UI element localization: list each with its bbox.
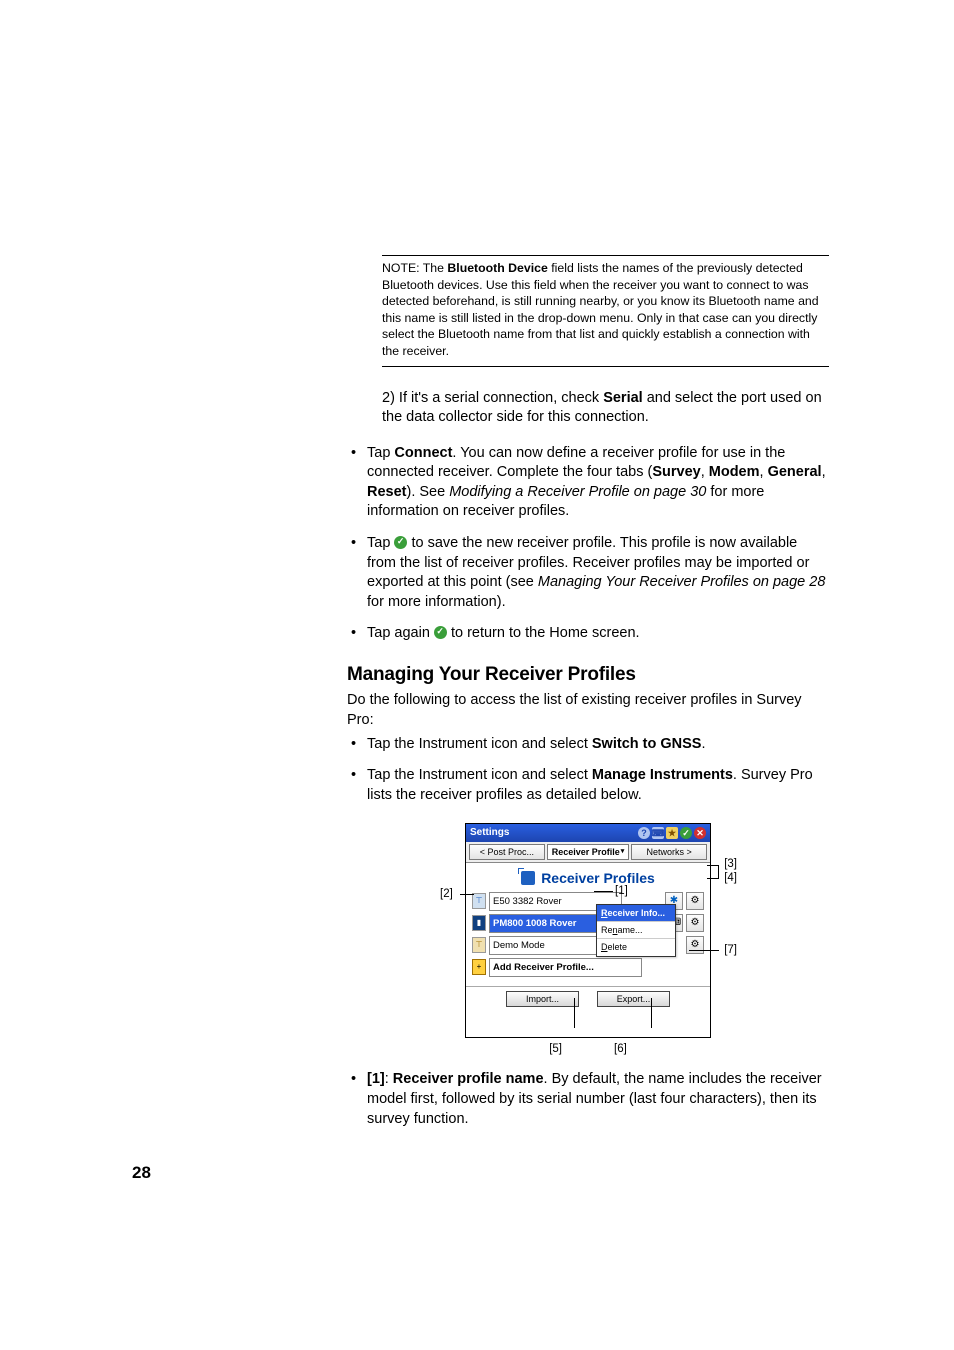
import-button[interactable]: Import... (506, 991, 579, 1007)
callout-2: [2] (440, 887, 453, 903)
footnote-1: [1]: Receiver profile name. By default, … (347, 1070, 829, 1129)
star-icon[interactable]: ★ (666, 827, 678, 839)
callout-6: [6] (614, 1042, 627, 1058)
callout-5: [5] (549, 1042, 562, 1058)
check-icon (394, 536, 407, 549)
gear-icon[interactable]: ⚙ (686, 936, 704, 954)
page-number: 28 (132, 1162, 151, 1185)
sub-bullet-2: Tap the Instrument icon and select Manag… (347, 766, 829, 805)
close-icon[interactable]: ✕ (694, 827, 706, 839)
callout-1: [1] (615, 884, 628, 900)
panel-title: Receiver Profiles (466, 863, 710, 892)
bullet-save: Tap to save the new receiver profile. Th… (347, 534, 829, 612)
intro: Do the following to access the list of e… (347, 691, 829, 730)
note-block: NOTE: The Bluetooth Device field lists t… (382, 255, 829, 367)
add-profile-row[interactable]: + Add Receiver Profile... (472, 958, 704, 977)
screenshot-settings: Settings ? ⌨ ★ ✓ ✕ < Post Proc... Receiv… (465, 823, 711, 1038)
gear-icon[interactable]: ⚙ (686, 892, 704, 910)
plus-icon: + (472, 959, 486, 975)
add-profile-label: Add Receiver Profile... (489, 958, 642, 977)
context-receiver-info[interactable]: Receiver Info... (597, 905, 675, 922)
bullet-connect: Tap Connect. You can now define a receiv… (347, 444, 829, 522)
step2: 2) If it's a serial connection, check Se… (382, 389, 829, 428)
tab-next[interactable]: Networks > (631, 844, 707, 860)
receiver-icon: ▮ (472, 915, 486, 931)
heading-managing-profiles: Managing Your Receiver Profiles (347, 662, 829, 688)
note-rest: field lists the names of the previously … (382, 261, 819, 358)
keyboard-icon[interactable]: ⌨ (652, 827, 664, 839)
help-icon[interactable]: ? (638, 827, 650, 839)
export-button[interactable]: Export... (597, 991, 670, 1007)
tab-prev[interactable]: < Post Proc... (469, 844, 545, 860)
context-rename[interactable]: Rename... (597, 922, 675, 939)
context-delete[interactable]: Delete (597, 939, 675, 955)
window-title: Settings (470, 826, 509, 840)
window-titlebar: Settings ? ⌨ ★ ✓ ✕ (466, 824, 710, 842)
antenna-icon: ⊤ (472, 937, 486, 953)
tab-active[interactable]: Receiver Profile▾ (547, 844, 630, 860)
tabs: < Post Proc... Receiver Profile▾ Network… (466, 842, 710, 863)
context-menu: Receiver Info... Rename... Delete (596, 904, 676, 956)
bullet-return: Tap again to return to the Home screen. (347, 624, 829, 644)
note-prefix: NOTE: The (382, 261, 447, 275)
note-bold: Bluetooth Device (447, 261, 547, 275)
sub-bullet-1: Tap the Instrument icon and select Switc… (347, 735, 829, 755)
gear-icon[interactable]: ⚙ (686, 914, 704, 932)
callout-7: [7] (724, 943, 737, 959)
bottom-buttons: Import... Export... (466, 986, 710, 1009)
ok-icon[interactable]: ✓ (680, 827, 692, 839)
antenna-icon: ⊤ (472, 893, 486, 909)
check-icon (434, 626, 447, 639)
callout-4: [4] (724, 871, 737, 887)
satellite-icon (521, 871, 535, 885)
